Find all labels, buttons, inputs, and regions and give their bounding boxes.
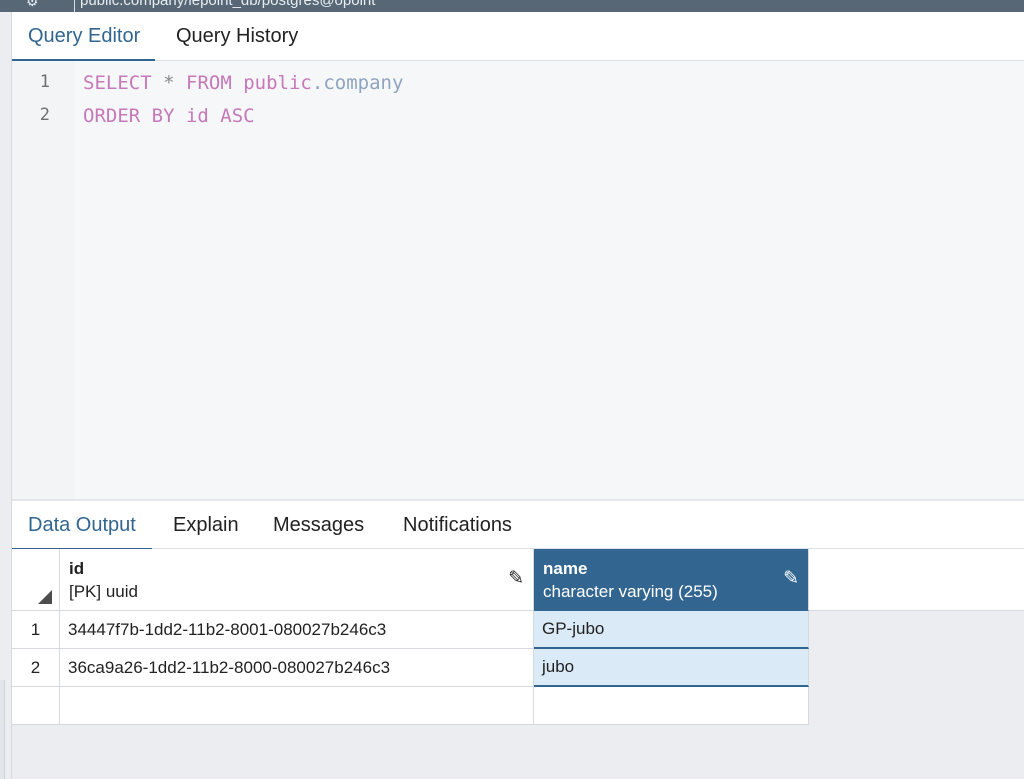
tab-label: Data Output bbox=[28, 514, 136, 536]
table-row: 1 34447f7b-1dd2-11b2-8001-080027b246c3 G… bbox=[12, 611, 809, 649]
row-number[interactable]: 1 bbox=[12, 611, 60, 649]
tab-data-output[interactable]: Data Output bbox=[12, 501, 152, 551]
select-all-icon bbox=[38, 590, 52, 604]
cell-id[interactable] bbox=[60, 687, 534, 725]
window-title: public.company/iepoint_db/postgres@opoin… bbox=[80, 0, 376, 9]
keyword-select: SELECT bbox=[83, 72, 152, 94]
left-gutter bbox=[0, 12, 12, 779]
operator-star: * bbox=[163, 72, 175, 94]
pencil-icon: ✎ bbox=[508, 568, 524, 589]
tab-query-history[interactable]: Query History bbox=[176, 12, 298, 61]
cell-id[interactable]: 34447f7b-1dd2-11b2-8001-080027b246c3 bbox=[60, 611, 534, 649]
tab-label: Query Editor bbox=[28, 25, 141, 47]
table-row-new bbox=[12, 687, 809, 725]
code-line-1[interactable]: SELECT * FROM public.company bbox=[83, 72, 403, 94]
header-filler bbox=[809, 549, 1024, 611]
column-type: character varying (255) bbox=[543, 582, 718, 601]
line-number-gutter: 1 2 bbox=[12, 61, 75, 499]
column-header-id[interactable]: id [PK] uuid ✎ bbox=[60, 549, 534, 611]
keyword-from: FROM bbox=[186, 72, 232, 94]
tab-label: Messages bbox=[273, 514, 365, 536]
sql-editor[interactable]: 1 2 SELECT * FROM public.company ORDER B… bbox=[12, 61, 1024, 499]
schema-name: public bbox=[243, 72, 312, 94]
tab-messages[interactable]: Messages bbox=[273, 501, 364, 550]
row-number[interactable]: 2 bbox=[12, 649, 60, 687]
tab-label: Explain bbox=[173, 514, 239, 536]
select-all-corner[interactable] bbox=[12, 549, 60, 611]
cell-name[interactable]: jubo bbox=[534, 649, 809, 687]
title-bar: ⚙ public.company/iepoint_db/postgres@opo… bbox=[0, 0, 1024, 12]
cell-id[interactable]: 36ca9a26-1dd2-11b2-8000-080027b246c3 bbox=[60, 649, 534, 687]
column-type: [PK] uuid bbox=[69, 582, 138, 601]
pencil-icon: ✎ bbox=[783, 568, 799, 589]
tab-query-editor[interactable]: Query Editor bbox=[12, 12, 156, 62]
tab-notifications[interactable]: Notifications bbox=[403, 501, 512, 550]
editor-tab-bar: Query Editor Query History bbox=[12, 12, 1024, 62]
row-number[interactable] bbox=[12, 687, 60, 725]
column-name: name bbox=[543, 559, 588, 578]
tab-label: Notifications bbox=[403, 514, 512, 536]
title-separator bbox=[74, 0, 75, 12]
table-name: company bbox=[323, 72, 404, 94]
column-header-name[interactable]: name character varying (255) ✎ bbox=[534, 549, 809, 611]
code-area[interactable]: SELECT * FROM public.company ORDER BY id… bbox=[75, 61, 1024, 499]
table-row: 2 36ca9a26-1dd2-11b2-8000-080027b246c3 j… bbox=[12, 649, 809, 687]
cell-name[interactable] bbox=[534, 687, 809, 725]
output-tab-bar: Data Output Explain Messages Notificatio… bbox=[12, 501, 1024, 551]
tab-explain[interactable]: Explain bbox=[173, 501, 239, 550]
query-tool-icon: ⚙ bbox=[26, 0, 39, 9]
resize-handle[interactable] bbox=[0, 680, 5, 779]
line-number: 1 bbox=[39, 72, 50, 92]
code-line-2[interactable]: ORDER BY id ASC bbox=[83, 105, 255, 127]
cell-name[interactable]: GP-jubo bbox=[534, 611, 809, 649]
tab-label: Query History bbox=[176, 25, 299, 47]
dot: . bbox=[311, 72, 324, 94]
column-name: id bbox=[69, 559, 85, 578]
line-number: 2 bbox=[39, 105, 50, 125]
